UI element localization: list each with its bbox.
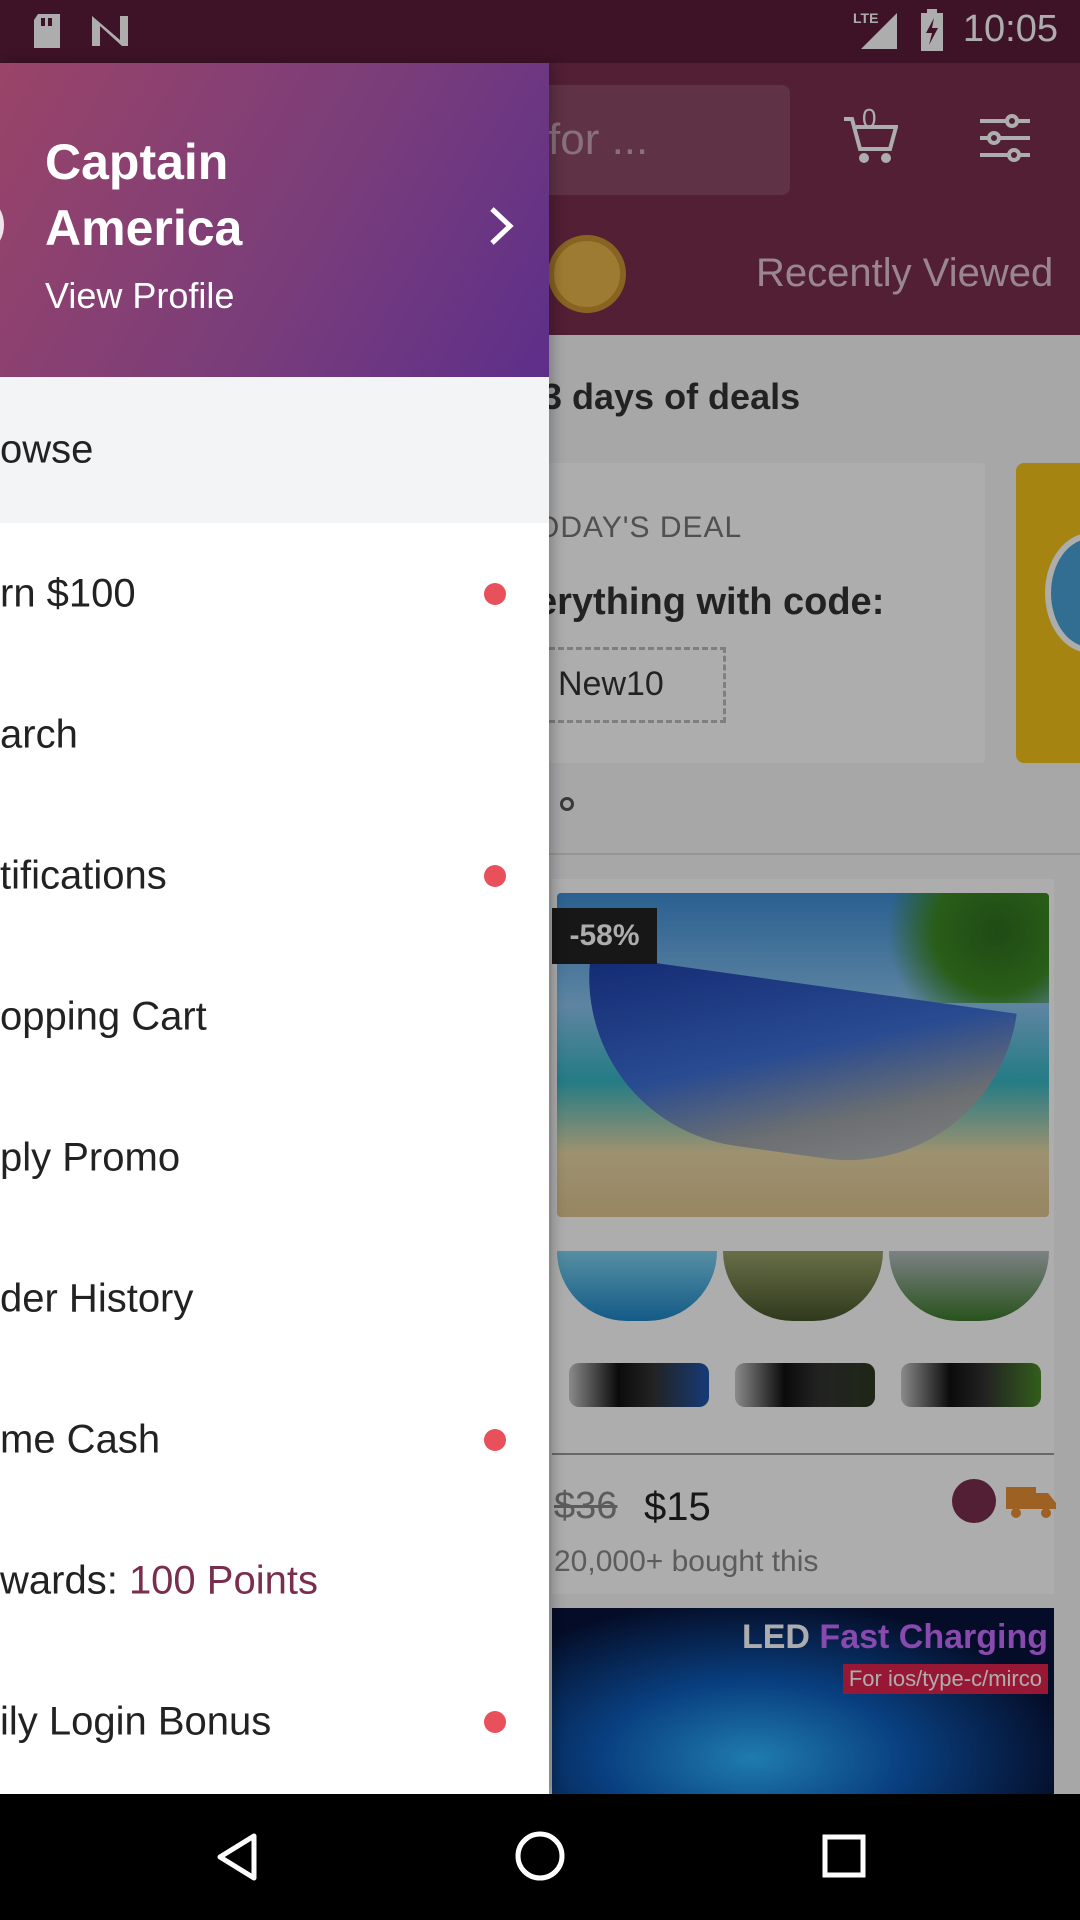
menu-item-rewards[interactable]: wards: 100 Points	[0, 1510, 549, 1651]
menu-item-label: rn $100	[0, 571, 136, 615]
menu-item-browse[interactable]: owse	[0, 377, 549, 523]
system-nav-bar	[0, 1794, 1080, 1920]
menu-item-label: owse	[0, 427, 94, 472]
rewards-points: 100 Points	[128, 1558, 318, 1602]
home-icon[interactable]	[514, 1830, 566, 1882]
notification-dot	[484, 582, 506, 605]
menu-item-label: ily Login Bonus	[0, 1699, 272, 1743]
menu-item-apply-promo[interactable]: ply Promo	[0, 1087, 549, 1228]
view-profile-link[interactable]: View Profile	[45, 275, 234, 317]
menu-item-label: me Cash	[0, 1417, 161, 1461]
user-name: Captain America	[45, 134, 243, 256]
menu-item-label: der History	[0, 1276, 194, 1320]
menu-item-label: opping Cart	[0, 994, 207, 1038]
menu-item-daily-login-bonus[interactable]: ily Login Bonus	[0, 1651, 549, 1792]
menu-item-shopping-cart[interactable]: opping Cart	[0, 946, 549, 1087]
back-icon[interactable]	[214, 1832, 260, 1882]
notification-dot	[484, 864, 506, 887]
menu-item-search[interactable]: arch	[0, 664, 549, 805]
menu-item-earn[interactable]: rn $100	[0, 523, 549, 664]
notification-dot	[484, 1428, 506, 1451]
menu-item-label: arch	[0, 712, 78, 756]
profile-header[interactable]: Captain America View Profile	[0, 63, 549, 377]
notification-dot	[484, 1710, 506, 1733]
avatar[interactable]	[0, 193, 4, 257]
menu-item-order-history[interactable]: der History	[0, 1228, 549, 1369]
recent-apps-icon[interactable]	[822, 1834, 866, 1878]
drawer-menu: owse rn $100 arch tifications opping Car…	[0, 377, 549, 1792]
menu-item-cash[interactable]: me Cash	[0, 1369, 549, 1510]
navigation-drawer: Captain America View Profile owse rn $10…	[0, 63, 549, 1794]
menu-item-label: tifications	[0, 853, 167, 897]
chevron-right-icon[interactable]	[486, 203, 516, 249]
menu-item-notifications[interactable]: tifications	[0, 805, 549, 946]
menu-item-label: ply Promo	[0, 1135, 181, 1179]
menu-item-label: wards: 100 Points	[0, 1558, 318, 1602]
